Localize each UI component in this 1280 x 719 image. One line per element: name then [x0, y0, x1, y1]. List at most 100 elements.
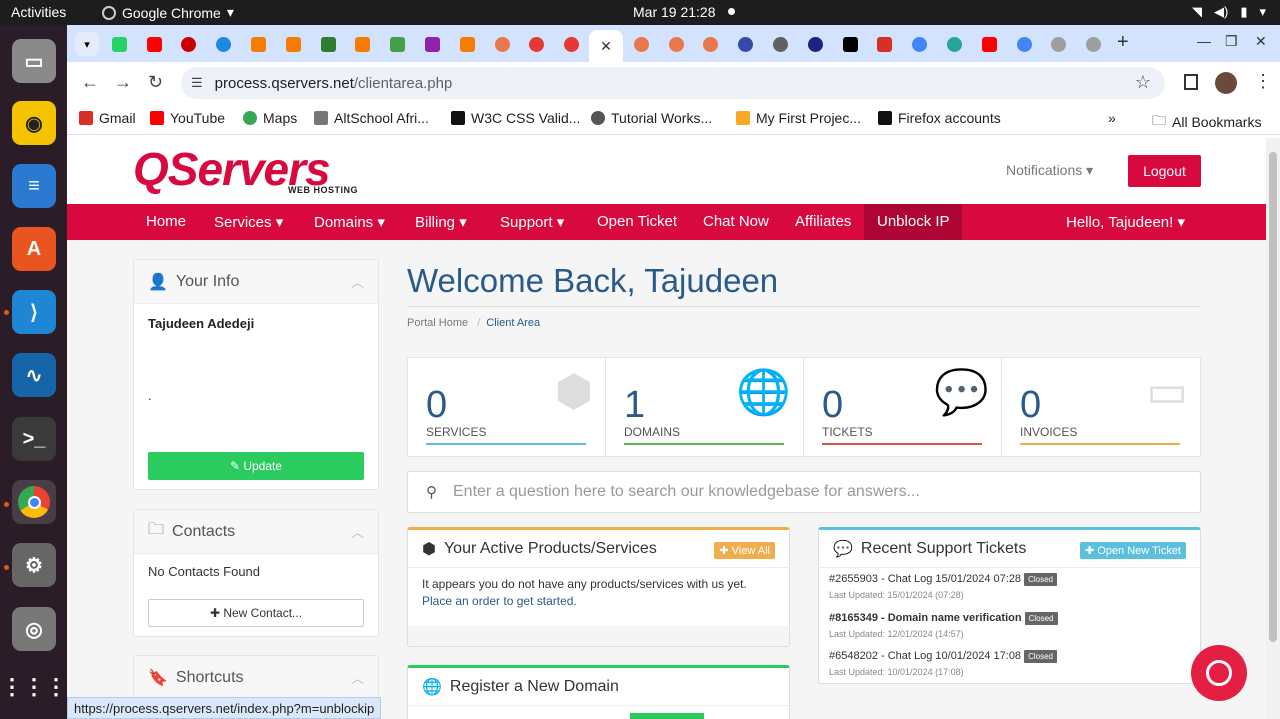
ticket-row[interactable]: #8165349 - Domain name verification Close…	[829, 612, 1058, 639]
side-panel-icon[interactable]	[1184, 74, 1198, 90]
bookmark-tutorial-works[interactable]: Tutorial Works...	[591, 110, 712, 126]
shortcuts-header[interactable]: 🔖 Shortcuts ︿	[134, 656, 378, 700]
tab[interactable]	[624, 31, 658, 57]
tab-search-button[interactable]: ▾	[75, 32, 99, 56]
chat-widget-button[interactable]	[1191, 645, 1247, 701]
tab[interactable]	[206, 31, 240, 57]
tile-domains[interactable]: 🌐 1 DOMAINS	[606, 358, 804, 456]
close-window-icon[interactable]: ✕	[1255, 33, 1267, 50]
ticket-row[interactable]: #6548202 - Chat Log 10/01/2024 17:08 Clos…	[829, 650, 1057, 677]
nav-services[interactable]: Services ▾	[214, 213, 283, 231]
clock[interactable]: Mar 19 21:28	[633, 4, 716, 20]
show-apps-icon[interactable]: ⋮⋮⋮	[1, 665, 67, 709]
tab[interactable]	[728, 31, 762, 57]
bookmark-w3c[interactable]: W3C CSS Valid...	[451, 110, 580, 126]
tab[interactable]	[554, 31, 588, 57]
search-input[interactable]	[453, 483, 1153, 501]
your-info-header[interactable]: 👤 Your Info ︿	[134, 260, 378, 304]
notifications-dropdown[interactable]: Notifications ▾	[1006, 162, 1093, 179]
bookmark-my-first-project[interactable]: My First Projec...	[736, 110, 861, 126]
tab[interactable]	[798, 31, 832, 57]
more-bookmarks-icon[interactable]: »	[1108, 110, 1116, 126]
tab[interactable]	[1041, 31, 1075, 57]
tab[interactable]	[937, 31, 971, 57]
settings-icon[interactable]: ⚙	[12, 543, 56, 587]
scrollbar-thumb[interactable]	[1269, 152, 1277, 642]
system-tray[interactable]: ◥ ◀) ▮ ▾	[1192, 4, 1266, 20]
app-menu[interactable]: Google Chrome ▾	[102, 4, 234, 21]
site-info-icon[interactable]: ☰	[191, 75, 203, 91]
tab[interactable]	[137, 31, 171, 57]
update-button[interactable]: ✎ Update	[148, 452, 364, 480]
maximize-icon[interactable]: ❐	[1225, 33, 1238, 50]
forward-icon[interactable]: →	[114, 72, 132, 93]
tab[interactable]	[102, 31, 136, 57]
files-icon[interactable]: ▭	[12, 39, 56, 83]
bookmark-star-icon[interactable]: ☆	[1135, 72, 1151, 93]
back-icon[interactable]: ←	[81, 72, 99, 93]
tab[interactable]	[485, 31, 519, 57]
tab-active[interactable]: ✕	[589, 30, 623, 62]
chevron-up-icon[interactable]: ︿	[351, 668, 364, 687]
nav-billing[interactable]: Billing ▾	[415, 213, 467, 231]
tab[interactable]	[1076, 31, 1110, 57]
tab[interactable]	[380, 31, 414, 57]
reload-icon[interactable]: ↻	[148, 72, 163, 93]
tab[interactable]	[345, 31, 379, 57]
tab[interactable]	[833, 31, 867, 57]
nav-support[interactable]: Support ▾	[500, 213, 564, 231]
ticket-row[interactable]: #2655903 - Chat Log 15/01/2024 07:28 Clos…	[829, 573, 1057, 600]
tab[interactable]	[450, 31, 484, 57]
activities-button[interactable]: Activities	[11, 4, 66, 20]
profile-avatar[interactable]	[1215, 72, 1237, 94]
vscode-icon[interactable]: ⟩	[12, 290, 56, 334]
tab[interactable]	[972, 31, 1006, 57]
kebab-menu-icon[interactable]: ⋮	[1254, 71, 1272, 92]
tab[interactable]	[415, 31, 449, 57]
all-bookmarks[interactable]: 🗀 All Bookmarks	[1152, 110, 1261, 134]
writer-icon[interactable]: ≡	[12, 164, 56, 208]
nav-unblock-ip[interactable]: Unblock IP	[877, 213, 950, 230]
new-contact-button[interactable]: ✚ New Contact...	[148, 599, 364, 627]
close-icon[interactable]: ✕	[600, 38, 612, 55]
open-new-ticket-button[interactable]: ✚ Open New Ticket	[1079, 542, 1186, 559]
tab[interactable]	[276, 31, 310, 57]
place-order-link[interactable]: Place an order to get started.	[422, 594, 577, 608]
nav-domains[interactable]: Domains ▾	[314, 213, 385, 231]
bookmark-firefox-accounts[interactable]: Firefox accounts	[878, 110, 1001, 126]
minimize-icon[interactable]: —	[1197, 33, 1211, 49]
nav-chat-now[interactable]: Chat Now	[703, 213, 769, 230]
bookmark-gmail[interactable]: Gmail	[79, 110, 136, 126]
page-scrollbar[interactable]	[1266, 138, 1280, 719]
tile-services[interactable]: ⬢ 0 SERVICES	[408, 358, 606, 456]
address-bar[interactable]: ☰ process.qservers.net/clientarea.php ☆	[181, 67, 1165, 99]
system-monitor-icon[interactable]: ∿	[12, 353, 56, 397]
software-icon[interactable]: A	[12, 227, 56, 271]
tab[interactable]	[241, 31, 275, 57]
bookmark-altschool[interactable]: AltSchool Afri...	[314, 110, 429, 126]
tab[interactable]	[659, 31, 693, 57]
domain-tab[interactable]	[630, 713, 704, 719]
bookmark-maps[interactable]: Maps	[243, 110, 297, 126]
tab[interactable]	[519, 31, 553, 57]
nav-affiliates[interactable]: Affiliates	[795, 213, 851, 230]
terminal-icon[interactable]: >_	[12, 417, 56, 461]
tab[interactable]	[763, 31, 797, 57]
tab[interactable]	[902, 31, 936, 57]
chevron-up-icon[interactable]: ︿	[351, 522, 364, 541]
nav-home[interactable]: Home	[146, 213, 186, 230]
tab[interactable]	[693, 31, 727, 57]
new-tab-button[interactable]: +	[1117, 31, 1129, 54]
rhythmbox-icon[interactable]: ◉	[12, 101, 56, 145]
image-viewer-icon[interactable]: ◎	[12, 607, 56, 651]
tab[interactable]	[311, 31, 345, 57]
nav-user-menu[interactable]: Hello, Tajudeen! ▾	[1066, 213, 1185, 231]
tile-invoices[interactable]: ▭ 0 INVOICES	[1002, 358, 1200, 456]
view-all-button[interactable]: ✚ View All	[714, 542, 775, 559]
tab[interactable]	[171, 31, 205, 57]
nav-open-ticket[interactable]: Open Ticket	[597, 213, 677, 230]
contacts-header[interactable]: 🗀 Contacts ︿	[134, 510, 378, 554]
chrome-icon[interactable]	[12, 480, 56, 524]
chevron-up-icon[interactable]: ︿	[351, 272, 364, 291]
breadcrumb-home[interactable]: Portal Home	[407, 317, 468, 329]
